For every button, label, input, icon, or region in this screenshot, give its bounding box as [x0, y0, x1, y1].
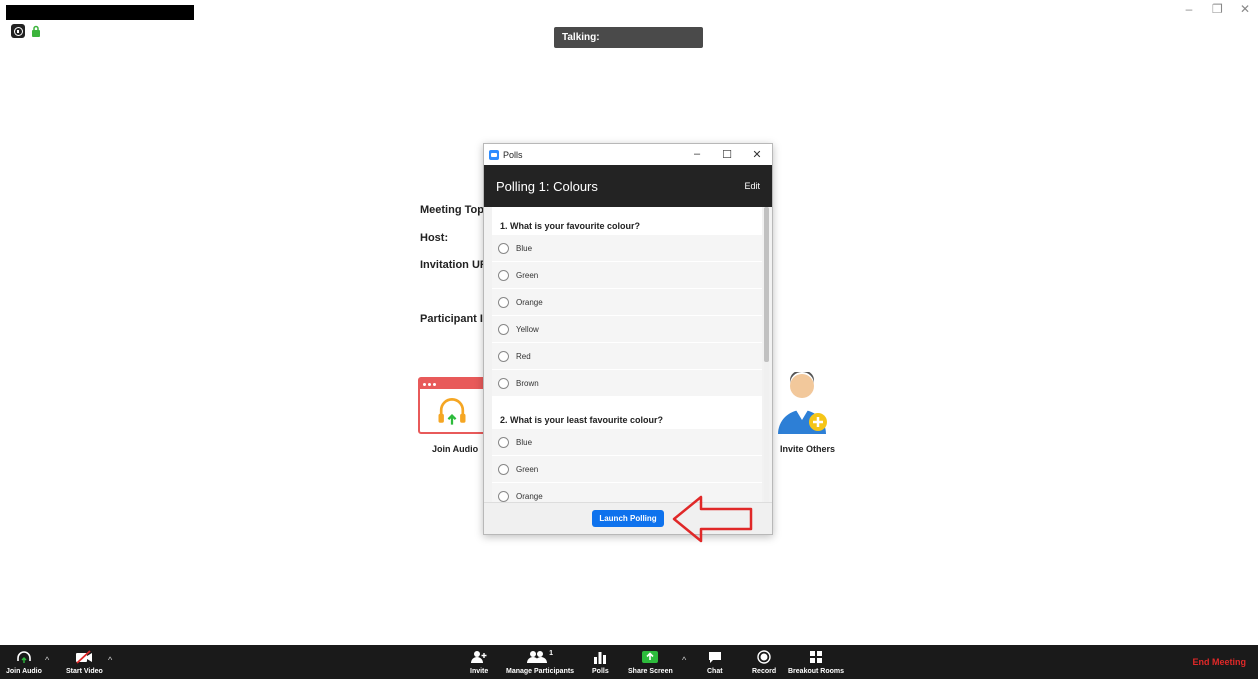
participant-count-badge: 1 — [549, 649, 553, 657]
poll-option[interactable]: Red — [492, 343, 762, 369]
participants-icon — [527, 651, 548, 663]
invite-others-label: Invite Others — [780, 444, 836, 454]
chat-icon — [708, 652, 721, 663]
polls-label: Polls — [592, 668, 609, 675]
headphones-icon — [438, 398, 466, 425]
polls-close-icon[interactable]: ✕ — [742, 148, 772, 161]
radio-icon[interactable] — [498, 377, 509, 389]
poll-option[interactable]: Yellow — [492, 316, 762, 342]
meeting-toolbar: Join Audio ^ Start Video ^ Invite 1 Mana… — [0, 645, 1258, 679]
share-options-chevron-icon[interactable]: ^ — [682, 655, 686, 665]
polls-header: Polling 1: Colours Edit — [484, 165, 772, 207]
join-audio-button[interactable]: Join Audio — [6, 647, 42, 675]
start-video-button[interactable]: Start Video — [66, 647, 103, 675]
option-label: Green — [516, 270, 539, 280]
option-label: Green — [516, 464, 539, 474]
video-options-chevron-icon[interactable]: ^ — [108, 655, 112, 665]
add-user-icon — [471, 651, 487, 663]
bar-chart-icon — [594, 652, 607, 664]
poll-option[interactable]: Green — [492, 262, 762, 288]
record-button[interactable]: Record — [752, 647, 776, 675]
option-label: Orange — [516, 297, 543, 307]
option-label: Blue — [516, 243, 533, 253]
end-meeting-button[interactable]: End Meeting — [1193, 657, 1247, 667]
polls-window-title: Polls — [503, 149, 523, 160]
lock-icon[interactable] — [31, 25, 41, 37]
launch-polling-button[interactable]: Launch Polling — [592, 510, 664, 527]
headphones-icon — [17, 651, 31, 663]
share-screen-icon — [642, 651, 659, 663]
radio-icon[interactable] — [498, 350, 509, 362]
option-label: Orange — [516, 491, 543, 501]
radio-icon[interactable] — [498, 436, 509, 448]
video-off-icon — [76, 650, 93, 664]
red-arrow-annotation — [672, 495, 753, 543]
radio-icon[interactable] — [498, 296, 509, 308]
breakout-rooms-button[interactable]: Breakout Rooms — [788, 647, 844, 675]
record-icon — [757, 650, 771, 664]
start-video-label: Start Video — [66, 668, 103, 675]
host-label: Host: — [420, 232, 449, 244]
radio-icon[interactable] — [498, 490, 509, 502]
manage-participants-button[interactable]: 1 Manage Participants — [506, 647, 575, 676]
option-label: Red — [516, 351, 531, 361]
meeting-title-redacted — [6, 5, 194, 20]
chat-label: Chat — [707, 668, 723, 675]
minimize-icon[interactable]: – — [1184, 2, 1194, 16]
polls-minimize-icon[interactable]: – — [682, 148, 712, 161]
polls-window: Polls – ☐ ✕ Polling 1: Colours Edit 1. W… — [483, 143, 773, 535]
manage-participants-label: Manage Participants — [506, 668, 575, 675]
option-label: Blue — [516, 437, 533, 447]
meeting-info-icon[interactable] — [11, 24, 25, 38]
radio-icon[interactable] — [498, 463, 509, 475]
radio-icon[interactable] — [498, 323, 509, 335]
poll-title: Polling 1: Colours — [496, 178, 598, 194]
talking-indicator: Talking: — [554, 27, 703, 48]
poll-option[interactable]: Green — [492, 456, 762, 482]
join-audio-tile[interactable] — [418, 377, 486, 434]
polls-titlebar: Polls – ☐ ✕ — [484, 144, 772, 165]
scrollbar-thumb[interactable] — [764, 207, 769, 362]
breakout-rooms-icon — [810, 651, 822, 663]
polls-maximize-icon[interactable]: ☐ — [712, 148, 742, 161]
share-screen-label: Share Screen — [628, 668, 673, 675]
join-audio-tile-label: Join Audio — [432, 444, 479, 454]
poll-option[interactable]: Orange — [492, 289, 762, 315]
polls-body: 1. What is your favourite colour? Blue G… — [484, 207, 772, 502]
poll-option[interactable]: Blue — [492, 429, 762, 455]
invite-others-icon[interactable] — [774, 372, 830, 438]
option-label: Yellow — [516, 324, 539, 334]
poll-option[interactable]: Blue — [492, 235, 762, 261]
window-controls: – ❐ ✕ — [1184, 2, 1250, 16]
invite-button[interactable]: Invite — [470, 647, 488, 675]
record-label: Record — [752, 668, 777, 675]
invite-label: Invite — [470, 668, 489, 675]
radio-icon[interactable] — [498, 242, 509, 254]
participant-id-label: Participant ID — [420, 313, 491, 325]
join-audio-label: Join Audio — [6, 668, 42, 675]
radio-icon[interactable] — [498, 269, 509, 281]
question-title: 1. What is your favourite colour? — [492, 207, 762, 235]
polls-scrollbar[interactable] — [764, 207, 769, 502]
restore-icon[interactable]: ❐ — [1212, 2, 1223, 16]
polls-button[interactable]: Polls — [592, 647, 609, 675]
chat-button[interactable]: Chat — [707, 647, 723, 675]
share-screen-button[interactable]: Share Screen — [628, 647, 673, 675]
question-title: 2. What is your least favourite colour? — [492, 397, 762, 429]
close-icon[interactable]: ✕ — [1240, 2, 1250, 16]
audio-options-chevron-icon[interactable]: ^ — [45, 655, 49, 665]
edit-poll-link[interactable]: Edit — [744, 181, 760, 191]
zoom-logo-icon — [489, 149, 499, 160]
breakout-rooms-label: Breakout Rooms — [788, 668, 845, 675]
poll-option[interactable]: Brown — [492, 370, 762, 396]
option-label: Brown — [516, 378, 539, 388]
